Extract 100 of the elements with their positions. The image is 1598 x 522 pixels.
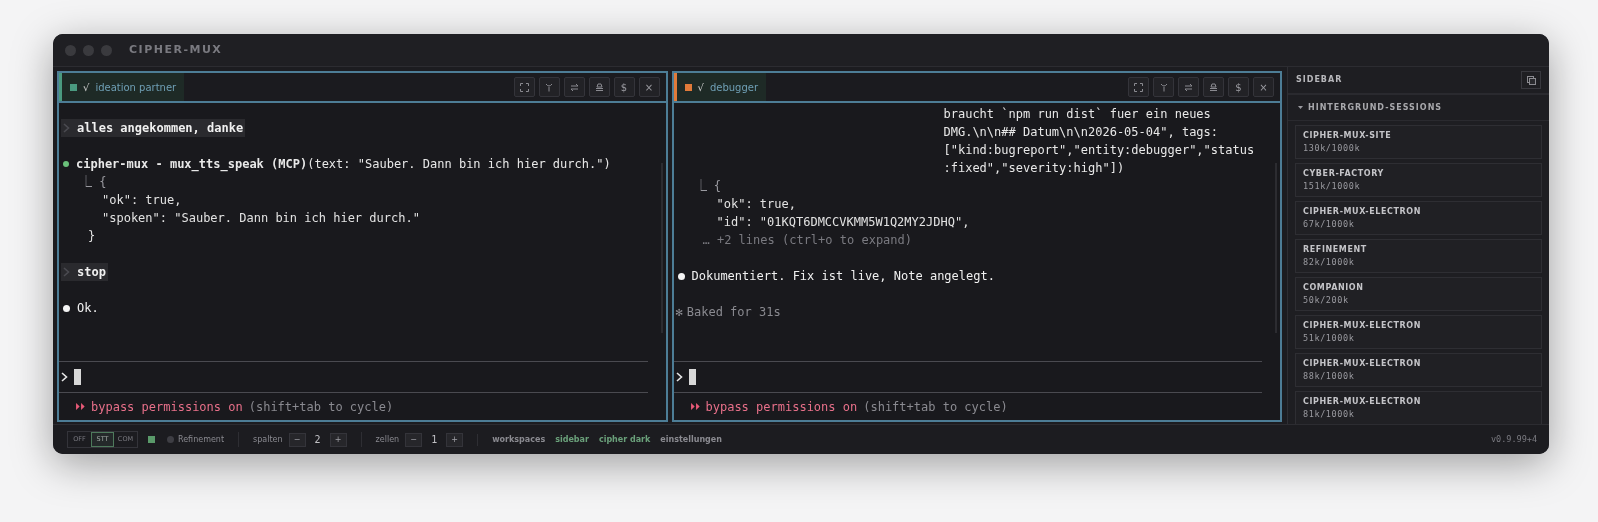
output-line: } <box>87 228 97 245</box>
swap-arrows-icon <box>1184 82 1193 92</box>
decrement-button[interactable]: − <box>405 432 423 447</box>
session-usage: 88k/1000k <box>1303 370 1356 382</box>
mode-label: bypass permissions on <box>705 398 858 416</box>
cursor <box>688 369 696 385</box>
mode-hint: (shift+tab to cycle) <box>248 398 394 416</box>
status-link[interactable]: cipher dark <box>598 433 651 446</box>
stack-icon <box>594 82 604 92</box>
window-control[interactable] <box>101 44 112 56</box>
pane-swap-button[interactable] <box>1178 77 1199 97</box>
user-message-text: stop <box>77 264 106 281</box>
pane-title: debugger <box>709 80 759 95</box>
output-line: ⎿ { <box>694 178 722 195</box>
session-card[interactable]: CIPHER-MUX-ELECTRON 81k/1000k <box>1295 391 1542 425</box>
collapsed-lines-note: … +2 lines (ctrl+o to expand) <box>701 232 913 249</box>
session-card[interactable]: CIPHER-MUX-ELECTRON 51k/1000k <box>1295 315 1542 349</box>
pane-maximize-button[interactable] <box>1128 77 1149 97</box>
prompt-chevron-icon <box>61 372 68 382</box>
session-name: CYBER-FACTORY <box>1303 168 1385 180</box>
session-name: CIPHER-MUX-SITE <box>1303 130 1393 142</box>
pane-pin-button[interactable] <box>538 77 560 97</box>
session-card[interactable]: CIPHER-MUX-ELECTRON 88k/1000k <box>1295 353 1542 387</box>
spinner-glyph: ✻ <box>675 304 683 321</box>
tool-call-line: cipher-mux - mux_tts_speak (MCP)(text: "Sauber. Dann bin ich hier durch.") <box>76 156 611 173</box>
mode-hint: (shift+tab to cycle) <box>863 398 1008 416</box>
increment-button[interactable]: + <box>446 432 464 447</box>
output-line: "ok": true, <box>715 196 797 213</box>
pane-tab[interactable]: √ debugger <box>673 73 767 101</box>
copy-button[interactable] <box>1521 71 1541 89</box>
status-link[interactable]: workspaces <box>492 433 546 446</box>
session-usage: 82k/1000k <box>1303 256 1356 268</box>
session-card[interactable]: CYBER-FACTORY 151k/1000k <box>1295 163 1542 197</box>
session-name: COMPANION <box>1303 282 1365 294</box>
stepper-label: spalten <box>253 433 283 446</box>
session-name: CIPHER-MUX-ELECTRON <box>1303 206 1423 218</box>
session-card[interactable]: CIPHER-MUX-SITE 130k/1000k <box>1295 125 1542 159</box>
session-card[interactable]: CIPHER-MUX-ELECTRON 67k/1000k <box>1295 201 1542 235</box>
section-title: HINTERGRUND-SESSIONS <box>1308 101 1443 114</box>
pane-pin-button[interactable] <box>1153 77 1174 97</box>
profile-label: Refinement <box>178 433 225 446</box>
tool-call-line: :fixed","severity:high"]) <box>943 160 1126 177</box>
pane-stack-button[interactable] <box>588 77 610 97</box>
swap-arrows-icon <box>569 82 579 92</box>
pane-tab[interactable]: √ ideation partner <box>59 73 185 101</box>
sidebar-title: SIDEBAR <box>1296 74 1343 86</box>
output-line: "id": "01KQT6DMCCVKMM5W1Q2MY2JDHQ", <box>715 214 971 231</box>
expand-icon <box>1134 82 1143 92</box>
pane-maximize-button[interactable] <box>513 77 535 97</box>
pin-icon <box>1159 82 1168 92</box>
output-line: "spoken": "Sauber. Dann bin ich hier durch." <box>101 210 421 227</box>
pane-title: ideation partner <box>95 80 177 95</box>
window-control[interactable] <box>83 44 94 56</box>
pane-swap-button[interactable] <box>563 77 585 97</box>
session-usage: 81k/1000k <box>1303 408 1356 420</box>
window-control[interactable] <box>65 44 76 56</box>
tool-call-line: DMG.\n\n## Datum\n\n2026-05-04", tags: <box>943 124 1220 141</box>
pane-action-button[interactable]: × <box>1253 77 1274 97</box>
expand-icon <box>519 82 529 92</box>
status-link[interactable]: sidebar <box>555 433 589 446</box>
pin-icon <box>545 82 553 92</box>
session-card[interactable]: REFINEMENT 82k/1000k <box>1295 239 1542 273</box>
session-usage: 151k/1000k <box>1303 180 1362 192</box>
session-usage: 50k/200k <box>1303 294 1350 306</box>
prompt-chevron-icon <box>63 123 70 133</box>
check-mark: √ <box>697 80 704 95</box>
stepper-value: 1 <box>430 433 439 447</box>
window-title: CIPHER-MUX <box>129 41 223 58</box>
session-name: CIPHER-MUX-ELECTRON <box>1303 396 1423 408</box>
tool-call-line: ["kind:bugreport","entity:debugger","status <box>943 142 1256 159</box>
pane-action-button[interactable]: × <box>638 77 660 97</box>
tool-call-line: braucht `npm run dist` fuer ein neues <box>943 106 1212 123</box>
assistant-message: Dokumentiert. Fix ist live, Note angelegt. <box>691 268 995 285</box>
user-message-text: alles angekommen, danke <box>77 120 244 137</box>
assistant-message: Ok. <box>77 300 99 317</box>
increment-button[interactable]: + <box>329 432 347 447</box>
pane-stack-button[interactable] <box>1203 77 1224 97</box>
mode-label: bypass permissions on <box>91 398 243 416</box>
stepper-value: 2 <box>313 433 322 447</box>
stack-icon <box>1209 82 1218 92</box>
session-usage: 51k/1000k <box>1303 332 1356 344</box>
cursor <box>74 369 81 385</box>
session-name: CIPHER-MUX-ELECTRON <box>1303 358 1423 370</box>
status-link[interactable]: einstellungen <box>660 433 722 446</box>
decrement-button[interactable]: − <box>288 432 306 447</box>
session-name: CIPHER-MUX-ELECTRON <box>1303 320 1423 332</box>
check-mark: √ <box>83 80 90 95</box>
output-line: ⎿ { <box>80 174 108 191</box>
session-usage: 67k/1000k <box>1303 218 1356 230</box>
session-card[interactable]: COMPANION 50k/200k <box>1295 277 1542 311</box>
section-header[interactable]: HINTERGRUND-SESSIONS <box>1288 95 1549 121</box>
session-name: REFINEMENT <box>1303 244 1368 256</box>
pane-action-button[interactable]: $ <box>613 77 635 97</box>
status-message: Baked for 31s <box>686 304 781 321</box>
stepper-label: zellen <box>375 433 400 446</box>
copy-icon <box>1526 75 1536 85</box>
mode-glyph: ⏵⏵ <box>75 399 85 414</box>
version-label: v0.9.99+4 <box>1490 433 1537 446</box>
pane-action-button[interactable]: $ <box>1228 77 1249 97</box>
session-usage: 130k/1000k <box>1303 142 1362 154</box>
